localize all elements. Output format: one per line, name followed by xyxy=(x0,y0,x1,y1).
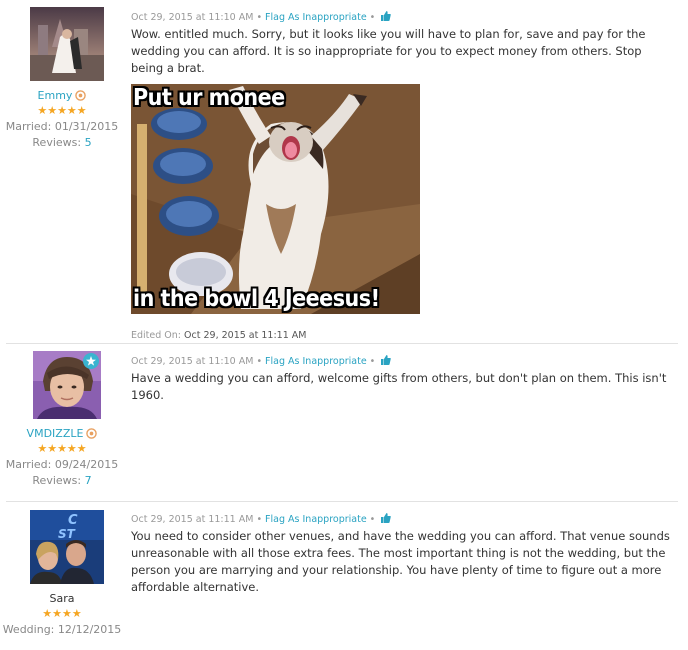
timestamp: Oct 29, 2015 at 11:10 AM xyxy=(131,12,254,23)
avatar[interactable]: C ST xyxy=(30,510,104,584)
edited-info: Edited On: Oct 29, 2015 at 11:11 AM xyxy=(131,330,676,341)
author-name-link[interactable]: VMDIZZLE xyxy=(27,427,84,440)
star-rating: ★★★★★ xyxy=(37,104,87,117)
avatar[interactable] xyxy=(33,351,101,419)
wedding-date: Wedding: 12/12/2015 xyxy=(0,623,124,636)
author-info: Emmy ★★★★★ Married: 01/31/2015 Reviews: … xyxy=(0,89,124,149)
wedding-value: 12/12/2015 xyxy=(57,623,122,636)
thumbs-up-icon[interactable] xyxy=(381,513,392,523)
star-rating: ★★★★ xyxy=(42,607,82,620)
star-rating: ★★★★★ xyxy=(37,442,87,455)
flag-inappropriate-link[interactable]: Flag As Inappropriate xyxy=(265,12,367,23)
separator: • xyxy=(369,514,376,525)
timestamp: Oct 29, 2015 at 11:11 AM xyxy=(131,514,254,525)
rank-badge-icon xyxy=(75,90,87,101)
star-badge-icon xyxy=(83,353,99,369)
separator: • xyxy=(369,12,376,23)
svg-text:ST: ST xyxy=(58,527,76,541)
author-name: VMDIZZLE xyxy=(0,427,124,440)
author-info: Sara ★★★★ Wedding: 12/12/2015 xyxy=(0,592,124,636)
married-value: 01/31/2015 xyxy=(54,120,119,133)
comment: Emmy ★★★★★ Married: 01/31/2015 Reviews: … xyxy=(0,0,688,345)
author-name-link[interactable]: Emmy xyxy=(38,89,73,102)
comment: C ST Sara ★★★★ Wedding: 12/12/2015 Oct 2… xyxy=(0,502,688,650)
married-date: Married: 09/24/2015 xyxy=(0,458,124,471)
comment-text: Have a wedding you can afford, welcome g… xyxy=(131,371,667,402)
separator: • xyxy=(256,12,263,23)
thumbs-up-icon[interactable] xyxy=(381,355,392,365)
meme-top-caption: Put ur monee xyxy=(133,85,285,111)
reviews-label: Reviews: xyxy=(32,474,82,487)
reviews-count: Reviews: 5 xyxy=(0,136,124,149)
reviews-label: Reviews: xyxy=(32,136,82,149)
comment-content: Oct 29, 2015 at 11:10 AM • Flag As Inappro… xyxy=(131,11,676,341)
comment-text: Wow. entitled much. Sorry, but it looks … xyxy=(131,27,646,75)
comment-header: Oct 29, 2015 at 11:11 AM • Flag As Inappro… xyxy=(131,513,676,526)
edited-label: Edited On: xyxy=(131,330,181,341)
cat-meme-illustration xyxy=(131,84,420,314)
reviews-count: Reviews: 7 xyxy=(0,474,124,487)
comment-content: Oct 29, 2015 at 11:10 AM • Flag As Inappro… xyxy=(131,355,676,404)
wedding-label: Wedding: xyxy=(2,623,55,636)
married-value: 09/24/2015 xyxy=(54,458,119,471)
comment-header: Oct 29, 2015 at 11:10 AM • Flag As Inappro… xyxy=(131,355,676,368)
comment: VMDIZZLE ★★★★★ Married: 09/24/2015 Revie… xyxy=(0,344,688,501)
comment-content: Oct 29, 2015 at 11:11 AM • Flag As Inappro… xyxy=(131,513,676,596)
author-name-text: Sara xyxy=(49,592,75,605)
meme-bottom-caption: in the bowl 4 Jeeesus! xyxy=(133,286,380,312)
married-label: Married: xyxy=(5,458,52,471)
separator: • xyxy=(256,514,263,525)
separator: • xyxy=(256,356,263,367)
comment-header: Oct 29, 2015 at 11:10 AM • Flag As Inappro… xyxy=(131,11,676,24)
timestamp: Oct 29, 2015 at 11:10 AM xyxy=(131,356,254,367)
svg-text:C: C xyxy=(68,513,78,528)
rank-badge-icon xyxy=(86,428,98,439)
flag-inappropriate-link[interactable]: Flag As Inappropriate xyxy=(265,514,367,525)
meme-image[interactable]: Put ur monee in the bowl 4 Jeeesus! xyxy=(131,84,420,314)
flag-inappropriate-link[interactable]: Flag As Inappropriate xyxy=(265,356,367,367)
thumbs-up-icon[interactable] xyxy=(381,11,392,21)
comment-text: You need to consider other venues, and h… xyxy=(131,529,670,594)
separator: • xyxy=(369,356,376,367)
edited-timestamp: Oct 29, 2015 at 11:11 AM xyxy=(184,330,307,341)
reviews-link[interactable]: 7 xyxy=(85,474,92,487)
avatar[interactable] xyxy=(30,7,104,81)
married-label: Married: xyxy=(5,120,52,133)
married-date: Married: 01/31/2015 xyxy=(0,120,124,133)
author-name: Sara xyxy=(0,592,124,605)
author-name: Emmy xyxy=(0,89,124,102)
author-info: VMDIZZLE ★★★★★ Married: 09/24/2015 Revie… xyxy=(0,427,124,487)
reviews-link[interactable]: 5 xyxy=(85,136,92,149)
